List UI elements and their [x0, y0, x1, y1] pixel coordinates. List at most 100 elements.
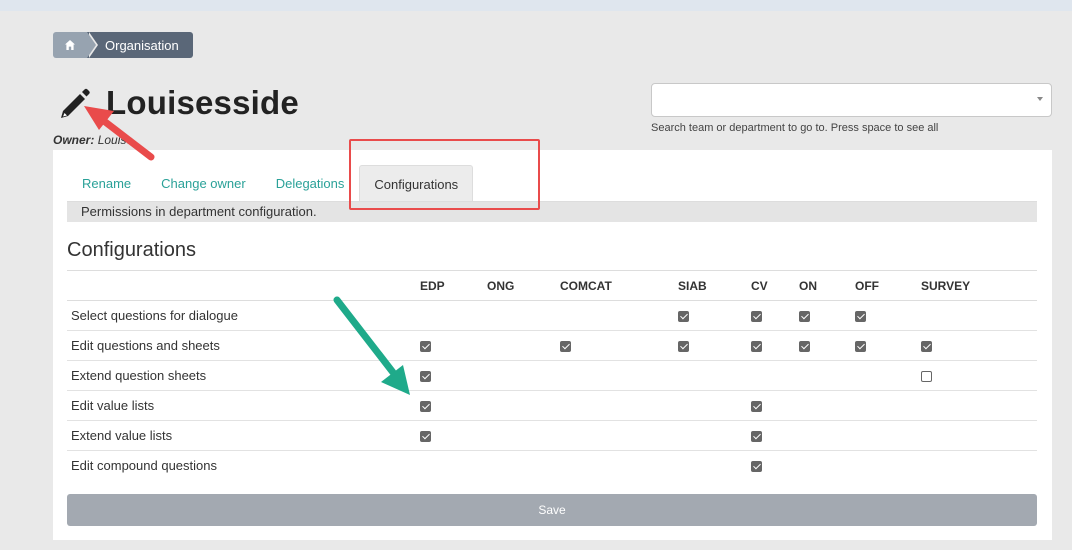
owner-label: Owner:: [53, 133, 95, 147]
permission-checkbox-survey[interactable]: [921, 341, 932, 353]
permission-checkbox-survey[interactable]: [921, 371, 932, 383]
column-header: ON: [799, 270, 855, 301]
tab-rename[interactable]: Rename: [67, 165, 146, 202]
table-row: Extend question sheets: [67, 360, 1037, 391]
table-cell: [921, 360, 1037, 391]
table-cell: [487, 420, 560, 451]
column-header: SIAB: [678, 270, 751, 301]
owner-value: Louise: [97, 133, 134, 147]
table-cell: [678, 360, 751, 391]
table-cell: [921, 330, 1037, 361]
row-label: Edit compound questions: [71, 458, 217, 474]
row-label: Edit questions and sheets: [67, 330, 420, 361]
page-title: Louisesside: [106, 84, 299, 121]
pencil-icon[interactable]: [58, 86, 92, 120]
table-cell: [420, 420, 487, 451]
table-cell: [921, 420, 1037, 451]
table-row: Select questions for dialogue: [67, 300, 1037, 331]
permission-checkbox-cv[interactable]: [751, 461, 762, 473]
breadcrumb-home[interactable]: [53, 32, 98, 58]
table-cell: [855, 360, 921, 391]
row-label: Extend value lists: [67, 420, 420, 451]
table-cell: [799, 360, 855, 391]
table-cell: [855, 451, 921, 481]
row-label: Extend question sheets: [67, 360, 420, 391]
permission-checkbox-cv[interactable]: [751, 401, 762, 413]
table-cell: [560, 330, 678, 361]
table-cell: [751, 330, 799, 361]
permission-checkbox-siab[interactable]: [678, 341, 689, 353]
table-row: Edit value lists: [67, 390, 1037, 421]
permission-checkbox-off[interactable]: [855, 341, 866, 353]
table-cell: [921, 390, 1037, 421]
config-panel: Rename Change owner Delegations Configur…: [53, 150, 1052, 540]
column-header: ONG: [487, 270, 560, 301]
row-label: Edit value lists: [67, 390, 420, 421]
permission-checkbox-comcat[interactable]: [560, 341, 571, 353]
table-cell: [560, 300, 678, 331]
table-row: Extend value lists: [67, 420, 1037, 451]
table-row: Edit questions and sheets: [67, 330, 1037, 361]
header-blank: [67, 270, 420, 301]
owner-info: Owner: Louise: [53, 133, 133, 147]
table-cell: [420, 390, 487, 421]
table-cell: [799, 390, 855, 421]
table-cell: [751, 451, 799, 481]
table-cell: [921, 300, 1037, 331]
table-cell: [751, 390, 799, 421]
table-cell: [487, 390, 560, 421]
permission-checkbox-siab[interactable]: [678, 311, 689, 323]
permission-checkbox-off[interactable]: [855, 311, 866, 323]
table-cell: [420, 451, 487, 481]
column-header: CV: [751, 270, 799, 301]
table-cell: [487, 330, 560, 361]
table-cell: [678, 451, 751, 481]
breadcrumb-organisation[interactable]: Organisation: [87, 32, 193, 58]
save-button[interactable]: Save: [67, 494, 1037, 526]
table-cell: [487, 300, 560, 331]
permission-checkbox-edp[interactable]: [420, 341, 431, 353]
table-cell: [420, 330, 487, 361]
table-cell: [855, 420, 921, 451]
permission-checkbox-on[interactable]: [799, 341, 810, 353]
configurations-table: EDP ONG COMCAT SIAB CV ON OFF SURVEY Sel…: [67, 270, 1037, 481]
table-cell: [678, 390, 751, 421]
table-cell: [799, 420, 855, 451]
table-cell: [921, 451, 1037, 481]
annotation-highlight-box: [349, 139, 540, 210]
permission-checkbox-cv[interactable]: [751, 431, 762, 443]
permission-checkbox-cv[interactable]: [751, 311, 762, 323]
table-header-row: EDP ONG COMCAT SIAB CV ON OFF SURVEY: [67, 270, 1037, 301]
table-cell: [560, 360, 678, 391]
table-cell: [751, 300, 799, 331]
table-cell: [799, 451, 855, 481]
tab-change-owner[interactable]: Change owner: [146, 165, 261, 202]
table-cell: [560, 451, 678, 481]
permission-checkbox-on[interactable]: [799, 311, 810, 323]
page-header: Louisesside: [58, 84, 299, 122]
table-cell: [855, 330, 921, 361]
permission-checkbox-edp[interactable]: [420, 401, 431, 413]
search-hint: Search team or department to go to. Pres…: [651, 122, 939, 134]
table-cell: [678, 420, 751, 451]
section-title: Configurations: [67, 239, 196, 261]
table-cell: [560, 420, 678, 451]
breadcrumb: Organisation: [53, 32, 193, 58]
table-cell: [855, 300, 921, 331]
top-bar: [0, 0, 1072, 11]
permission-checkbox-edp[interactable]: [420, 371, 431, 383]
search-team-select[interactable]: [651, 83, 1052, 117]
permission-checkbox-cv[interactable]: [751, 341, 762, 353]
table-cell: [420, 360, 487, 391]
table-cell: [799, 300, 855, 331]
home-icon: [65, 40, 75, 50]
permission-checkbox-edp[interactable]: [420, 431, 431, 443]
table-cell: [678, 330, 751, 361]
table-cell: [487, 451, 560, 481]
table-cell: [751, 420, 799, 451]
table-cell: [560, 390, 678, 421]
tab-delegations[interactable]: Delegations: [261, 165, 360, 202]
column-header: EDP: [420, 270, 487, 301]
table-cell: [799, 330, 855, 361]
column-header: SURVEY: [921, 270, 1037, 301]
